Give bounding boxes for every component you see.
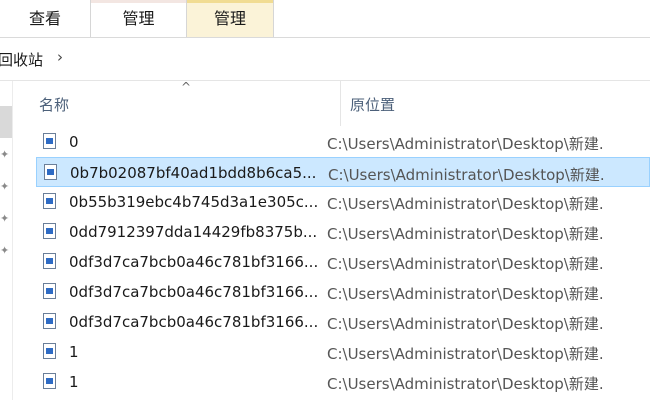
- file-name: 1: [69, 373, 79, 391]
- file-original-location: C:\Users\Administrator\Desktop\新建.: [327, 255, 604, 273]
- file-name: 0df3d7ca7bcb0a46c781bf3166...: [69, 283, 319, 301]
- pin-icon: ✦: [0, 148, 10, 161]
- image-file-icon: [43, 373, 56, 389]
- list-item[interactable]: 0df3d7ca7bcb0a46c781bf3166... C:\Users\Ad…: [36, 247, 650, 277]
- image-file-icon: [43, 193, 56, 209]
- nav-selected-item[interactable]: [0, 106, 12, 138]
- pin-icon: ✦: [0, 212, 10, 225]
- image-file-icon: [43, 133, 56, 149]
- file-name: 1: [69, 343, 79, 361]
- file-name: 0: [69, 133, 79, 151]
- list-item[interactable]: 0 C:\Users\Administrator\Desktop\新建.: [36, 127, 650, 157]
- file-original-location: C:\Users\Administrator\Desktop\新建.: [327, 225, 604, 243]
- list-item[interactable]: 0df3d7ca7bcb0a46c781bf3166... C:\Users\Ad…: [36, 307, 650, 337]
- chevron-right-icon[interactable]: ›: [57, 48, 63, 66]
- image-glyph: [47, 169, 54, 175]
- sort-ascending-icon: ^: [181, 80, 192, 94]
- column-header-original-location[interactable]: 原位置: [350, 94, 395, 115]
- ribbon-tabs: 查看 管理 管理: [0, 0, 650, 38]
- image-glyph: [46, 198, 53, 204]
- image-file-icon: [43, 253, 56, 269]
- list-item[interactable]: 1 C:\Users\Administrator\Desktop\新建.: [36, 337, 650, 367]
- navigation-pane[interactable]: ✦ ✦ ✦ ✦: [0, 81, 13, 400]
- tab-view[interactable]: 查看: [0, 0, 90, 37]
- column-headers: 名称 ^ 原位置: [13, 80, 650, 126]
- file-original-location: C:\Users\Administrator\Desktop\新建.: [327, 375, 604, 393]
- image-file-icon: [43, 343, 56, 359]
- file-name: 0dd7912397dda14429fb8375b...: [69, 223, 318, 241]
- image-file-icon: [43, 223, 56, 239]
- file-name: 0b7b02087bf40ad1bdd8b6ca5...: [70, 164, 317, 182]
- file-original-location: C:\Users\Administrator\Desktop\新建.: [327, 315, 604, 333]
- list-item[interactable]: 0df3d7ca7bcb0a46c781bf3166... C:\Users\Ad…: [36, 277, 650, 307]
- image-glyph: [46, 318, 53, 324]
- column-header-name[interactable]: 名称: [39, 94, 69, 115]
- image-file-icon: [43, 313, 56, 329]
- image-glyph: [46, 288, 53, 294]
- image-glyph: [46, 138, 53, 144]
- pin-icon: ✦: [0, 180, 10, 193]
- list-item[interactable]: 1 C:\Users\Administrator\Desktop\新建.: [36, 367, 650, 397]
- file-original-location: C:\Users\Administrator\Desktop\新建.: [327, 285, 604, 303]
- image-glyph: [46, 378, 53, 384]
- file-original-location: C:\Users\Administrator\Desktop\新建.: [327, 195, 604, 213]
- tab-manage-highlighted[interactable]: 管理: [187, 0, 274, 37]
- list-item[interactable]: 0b55b319ebc4b745d3a1e305c... C:\Users\Adm…: [36, 187, 650, 217]
- column-divider[interactable]: [340, 81, 341, 126]
- list-item[interactable]: 0dd7912397dda14429fb8375b... C:\Users\Adm…: [36, 217, 650, 247]
- pin-icon: ✦: [0, 244, 10, 257]
- file-name: 0b55b319ebc4b745d3a1e305c...: [69, 193, 319, 211]
- image-glyph: [46, 348, 53, 354]
- file-original-location: C:\Users\Administrator\Desktop\新建.: [327, 345, 604, 363]
- address-bar[interactable]: 回收站 ›: [0, 38, 650, 81]
- image-glyph: [46, 228, 53, 234]
- file-name: 0df3d7ca7bcb0a46c781bf3166...: [69, 313, 319, 331]
- file-name: 0df3d7ca7bcb0a46c781bf3166...: [69, 253, 319, 271]
- file-original-location: C:\Users\Administrator\Desktop\新建.: [327, 135, 604, 153]
- image-file-icon: [43, 283, 56, 299]
- tab-manage[interactable]: 管理: [90, 0, 187, 37]
- image-file-icon: [44, 164, 57, 180]
- breadcrumb-recycle-bin[interactable]: 回收站: [0, 49, 43, 70]
- file-list: 0 C:\Users\Administrator\Desktop\新建. 0b7b0…: [13, 126, 650, 400]
- list-item[interactable]: 0b7b02087bf40ad1bdd8b6ca5... C:\Users\Adm…: [36, 157, 650, 187]
- file-original-location: C:\Users\Administrator\Desktop\新建.: [328, 166, 605, 184]
- image-glyph: [46, 258, 53, 264]
